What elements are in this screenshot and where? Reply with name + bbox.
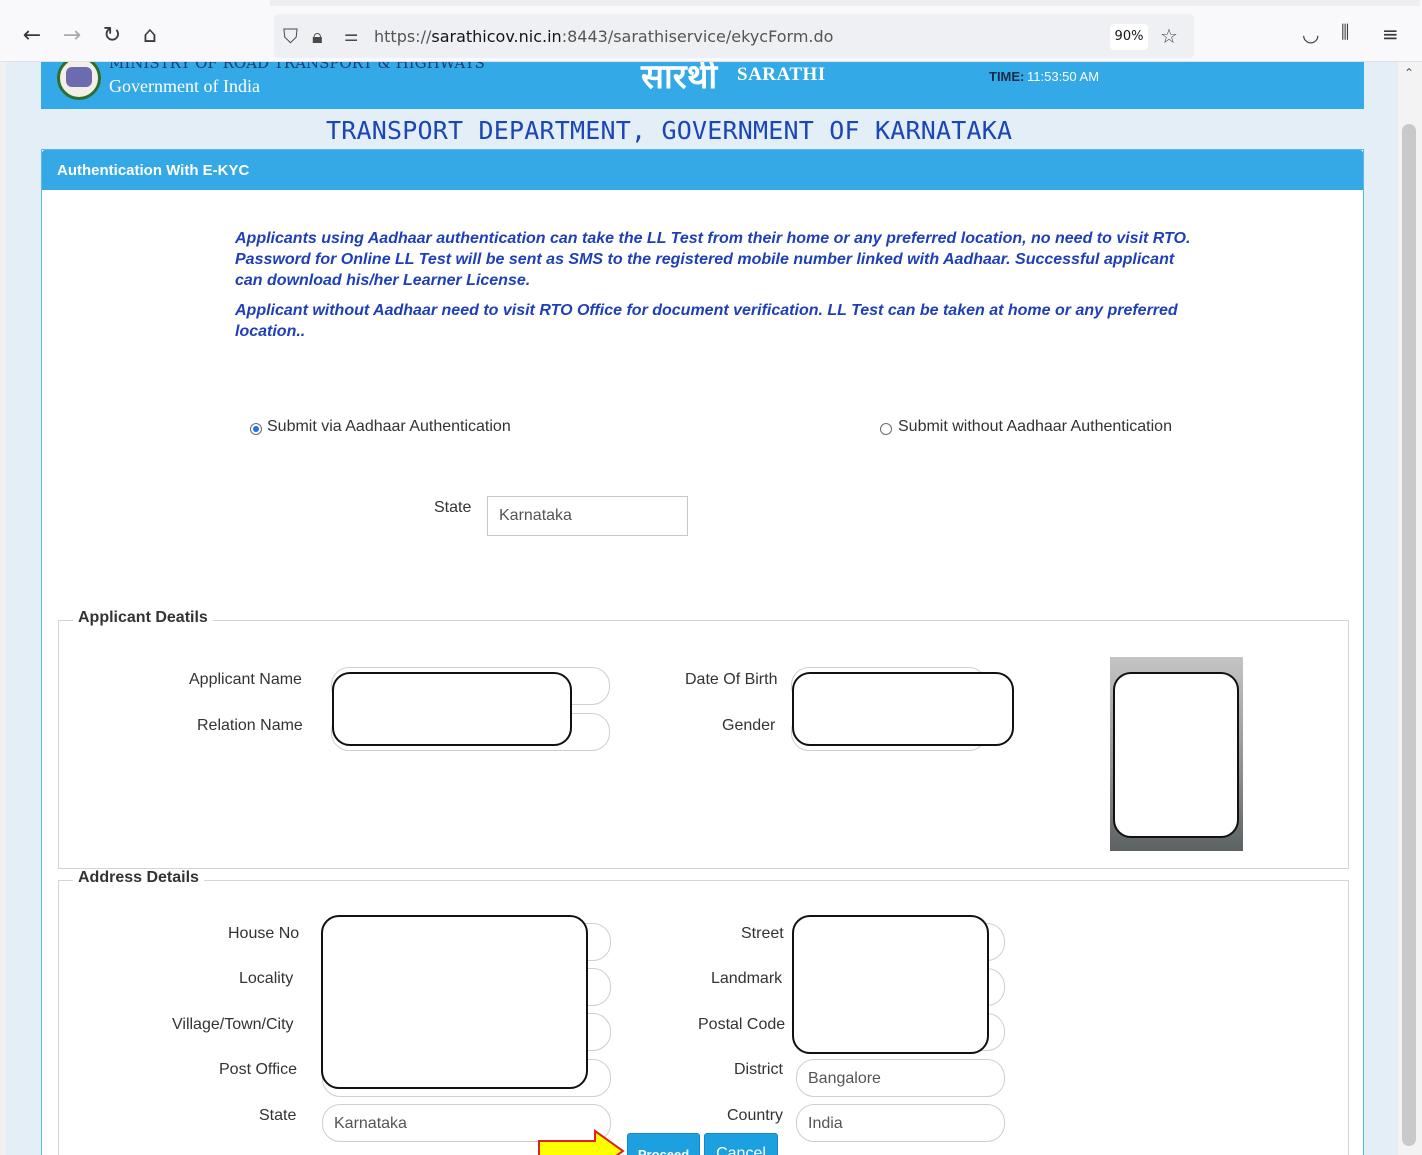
home-icon[interactable]: ⌂ [136,22,164,50]
url-prefix: https:// [374,27,432,46]
dob-label: Date Of Birth [685,671,778,688]
country-label: Country [727,1107,784,1124]
url-text[interactable]: https://sarathicov.nic.in:8443/sarathise… [374,27,833,46]
address-redaction-left [321,915,588,1089]
gender-label: Gender [722,717,776,734]
shield-icon[interactable]: ⛉ [283,24,298,48]
sarathi-logo: सारथी [641,62,718,97]
url-host: sarathicov.nic.in [431,27,562,46]
post-office-label: Post Office [219,1061,297,1078]
ministry-name: MINISTRY OF ROAD TRANSPORT & HIGHWAYS [109,62,485,72]
radio-aadhaar[interactable] [250,423,262,435]
forward-icon[interactable]: → [58,22,86,50]
address-details-section: Address Details Karnataka Bangalore Indi… [58,869,1349,1155]
proceed-button[interactable]: Proceed [627,1133,700,1155]
time-value: 11:53:50 AM [1027,69,1100,84]
vertical-scrollbar[interactable]: ⌃ [1398,62,1422,1155]
reload-icon[interactable]: ↻ [98,22,126,50]
browser-toolbar: ← → ↻ ⌂ ⛉ 🔒︎ ⚌ https://sarathicov.nic.in… [0,0,1422,62]
department-title: TRANSPORT DEPARTMENT, GOVERNMENT OF KARN… [326,116,1013,145]
radio-no-aadhaar[interactable] [880,423,892,435]
page-viewport: ⌃ MINISTRY OF ROAD TRANSPORT & HIGHWAYS … [0,62,1422,1155]
non-aadhaar-info: Applicant without Aadhaar need to visit … [235,302,1178,340]
applicant-name-label: Applicant Name [189,671,302,688]
house-no-label: House No [228,925,300,942]
country-field[interactable]: India [796,1104,1005,1142]
pocket-icon[interactable]: ◡ [1302,22,1319,46]
sarathi-title: SARATHI [737,64,826,85]
site-header: MINISTRY OF ROAD TRANSPORT & HIGHWAYS Go… [41,62,1364,109]
scrollbar-thumb[interactable] [1402,124,1416,1146]
aadhaar-info: Applicants using Aadhaar authentication … [235,230,1191,289]
panel-header: Authentication With E-KYC [42,150,1363,190]
highlight-arrow-icon [538,1129,625,1155]
lock-icon[interactable]: 🔒︎ [312,24,323,48]
time-label: TIME: [989,69,1025,84]
address-legend: Address Details [73,869,204,887]
zoom-level[interactable]: 90% [1110,24,1148,50]
scroll-up-icon[interactable]: ⌃ [1404,66,1414,80]
url-bar[interactable]: ⛉ 🔒︎ ⚌ https://sarathicov.nic.in:8443/sa… [274,14,1194,58]
url-path: :8443/sarathiservice/ekycForm.do [561,27,834,46]
locality-label: Locality [239,970,294,987]
bookmark-star-icon[interactable]: ☆ [1160,24,1178,48]
cancel-button[interactable]: Cancel [704,1133,778,1155]
state-select[interactable]: Karnataka [487,496,688,536]
street-label: Street [741,925,784,942]
applicant-redaction [332,672,572,746]
radio-aadhaar-label[interactable]: Submit via Aadhaar Authentication [267,418,511,436]
library-icon[interactable]: ⫼ [1341,22,1349,43]
address-state-label: State [259,1107,297,1124]
radio-no-aadhaar-label[interactable]: Submit without Aadhaar Authentication [898,418,1172,436]
village-label: Village/Town/City [172,1016,294,1033]
permissions-icon[interactable]: ⚌ [344,26,358,45]
relation-name-label: Relation Name [197,717,303,734]
district-label: District [734,1061,783,1078]
state-label: State [434,499,472,516]
applicant-details-section: Applicant Deatils Applicant Name Relatio… [58,609,1349,869]
district-field[interactable]: Bangalore [796,1059,1005,1097]
back-icon[interactable]: ← [18,22,46,50]
postal-code-label: Postal Code [698,1016,786,1033]
photo-redaction [1113,672,1239,838]
applicant-legend: Applicant Deatils [73,609,213,627]
panel-title: Authentication With E-KYC [57,162,250,179]
ekyc-panel: Authentication With E-KYC Applicants usi… [41,149,1364,1155]
dob-redaction [792,672,1014,746]
menu-icon[interactable]: ≡ [1382,22,1399,46]
gov-india-text: Government of India [109,76,260,96]
landmark-label: Landmark [711,970,783,987]
ministry-emblem-icon [57,62,101,100]
address-redaction-right [792,915,989,1054]
